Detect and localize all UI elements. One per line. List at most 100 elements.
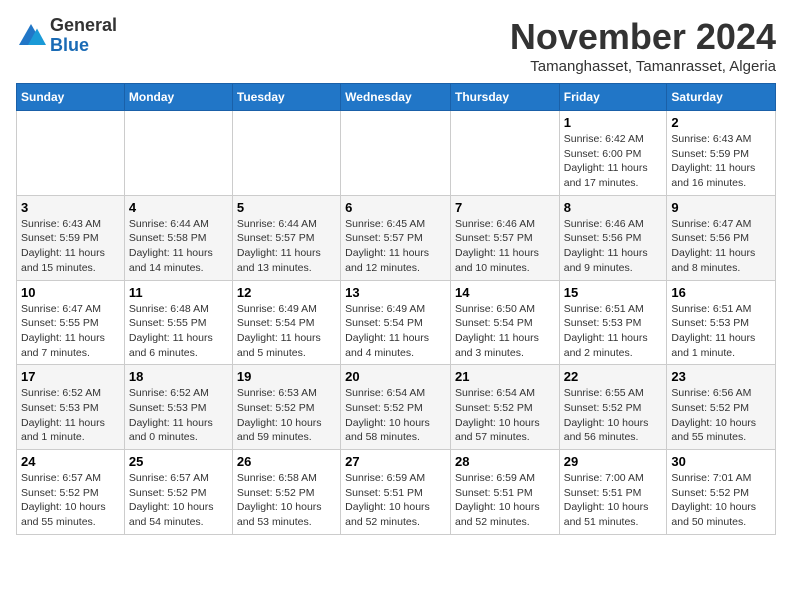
day-number: 17 [21,369,120,384]
day-info: Sunrise: 6:56 AMSunset: 5:52 PMDaylight:… [671,386,771,445]
calendar-cell: 5Sunrise: 6:44 AMSunset: 5:57 PMDaylight… [232,195,340,280]
day-info: Sunrise: 6:43 AMSunset: 5:59 PMDaylight:… [671,132,771,191]
day-number: 14 [455,285,555,300]
day-info: Sunrise: 6:46 AMSunset: 5:57 PMDaylight:… [455,217,555,276]
day-number: 23 [671,369,771,384]
month-title: November 2024 [510,16,776,58]
day-info: Sunrise: 6:49 AMSunset: 5:54 PMDaylight:… [237,302,336,361]
calendar-week-row: 24Sunrise: 6:57 AMSunset: 5:52 PMDayligh… [17,450,776,535]
day-number: 20 [345,369,446,384]
day-info: Sunrise: 6:45 AMSunset: 5:57 PMDaylight:… [345,217,446,276]
day-info: Sunrise: 6:52 AMSunset: 5:53 PMDaylight:… [129,386,228,445]
day-number: 19 [237,369,336,384]
calendar-cell: 9Sunrise: 6:47 AMSunset: 5:56 PMDaylight… [667,195,776,280]
day-number: 25 [129,454,228,469]
day-info: Sunrise: 6:59 AMSunset: 5:51 PMDaylight:… [455,471,555,530]
day-info: Sunrise: 6:59 AMSunset: 5:51 PMDaylight:… [345,471,446,530]
calendar-cell: 11 Sunrise: 6:48 AMSunset: 5:55 PMDayligh… [124,280,232,365]
calendar-header-row: SundayMondayTuesdayWednesdayThursdayFrid… [17,84,776,111]
logo-icon [16,21,46,51]
day-info: Sunrise: 6:42 AMSunset: 6:00 PMDaylight:… [564,132,663,191]
weekday-header: Sunday [17,84,125,111]
calendar-cell: 24Sunrise: 6:57 AMSunset: 5:52 PMDayligh… [17,450,125,535]
day-number: 22 [564,369,663,384]
day-number: 21 [455,369,555,384]
day-info: Sunrise: 6:46 AMSunset: 5:56 PMDaylight:… [564,217,663,276]
day-number: 16 [671,285,771,300]
day-number: 8 [564,200,663,215]
calendar-cell [17,111,125,196]
calendar-cell [232,111,340,196]
calendar-cell: 28 Sunrise: 6:59 AMSunset: 5:51 PMDayligh… [450,450,559,535]
title-block: November 2024 Tamanghasset, Tamanrasset,… [510,16,776,75]
day-number: 30 [671,454,771,469]
day-number: 12 [237,285,336,300]
calendar-cell: 3 Sunrise: 6:43 AMSunset: 5:59 PMDaylight… [17,195,125,280]
calendar-cell: 12 Sunrise: 6:49 AMSunset: 5:54 PMDayligh… [232,280,340,365]
day-info: Sunrise: 7:00 AMSunset: 5:51 PMDaylight:… [564,471,663,530]
day-info: Sunrise: 6:51 AMSunset: 5:53 PMDaylight:… [564,302,663,361]
calendar-cell: 19 Sunrise: 6:53 AMSunset: 5:52 PMDayligh… [232,365,340,450]
calendar-cell: 25 Sunrise: 6:57 AMSunset: 5:52 PMDayligh… [124,450,232,535]
day-number: 10 [21,285,120,300]
weekday-header: Wednesday [341,84,451,111]
calendar-cell: 22 Sunrise: 6:55 AMSunset: 5:52 PMDayligh… [559,365,667,450]
calendar-cell: 18Sunrise: 6:52 AMSunset: 5:53 PMDayligh… [124,365,232,450]
calendar-cell: 26Sunrise: 6:58 AMSunset: 5:52 PMDayligh… [232,450,340,535]
day-number: 5 [237,200,336,215]
calendar-week-row: 1 Sunrise: 6:42 AMSunset: 6:00 PMDaylight… [17,111,776,196]
weekday-header: Monday [124,84,232,111]
day-info: Sunrise: 7:01 AMSunset: 5:52 PMDaylight:… [671,471,771,530]
day-info: Sunrise: 6:49 AMSunset: 5:54 PMDaylight:… [345,302,446,361]
calendar-cell [341,111,451,196]
day-info: Sunrise: 6:44 AMSunset: 5:58 PMDaylight:… [129,217,228,276]
calendar-table: SundayMondayTuesdayWednesdayThursdayFrid… [16,83,776,535]
weekday-header: Tuesday [232,84,340,111]
day-number: 9 [671,200,771,215]
logo: General Blue [16,16,117,56]
day-info: Sunrise: 6:57 AMSunset: 5:52 PMDaylight:… [129,471,228,530]
day-number: 11 [129,285,228,300]
day-number: 1 [564,115,663,130]
day-info: Sunrise: 6:58 AMSunset: 5:52 PMDaylight:… [237,471,336,530]
day-info: Sunrise: 6:51 AMSunset: 5:53 PMDaylight:… [671,302,771,361]
page-header: General Blue November 2024 Tamanghasset,… [16,16,776,75]
weekday-header: Saturday [667,84,776,111]
calendar-cell: 1 Sunrise: 6:42 AMSunset: 6:00 PMDaylight… [559,111,667,196]
day-number: 28 [455,454,555,469]
calendar-cell: 15Sunrise: 6:51 AMSunset: 5:53 PMDayligh… [559,280,667,365]
calendar-cell: 30 Sunrise: 7:01 AMSunset: 5:52 PMDayligh… [667,450,776,535]
calendar-cell: 20 Sunrise: 6:54 AMSunset: 5:52 PMDayligh… [341,365,451,450]
day-number: 29 [564,454,663,469]
day-number: 4 [129,200,228,215]
calendar-cell: 4 Sunrise: 6:44 AMSunset: 5:58 PMDaylight… [124,195,232,280]
location-title: Tamanghasset, Tamanrasset, Algeria [510,58,776,75]
calendar-cell: 13Sunrise: 6:49 AMSunset: 5:54 PMDayligh… [341,280,451,365]
weekday-header: Friday [559,84,667,111]
day-number: 27 [345,454,446,469]
calendar-cell: 14Sunrise: 6:50 AMSunset: 5:54 PMDayligh… [450,280,559,365]
calendar-cell: 8 Sunrise: 6:46 AMSunset: 5:56 PMDaylight… [559,195,667,280]
day-info: Sunrise: 6:53 AMSunset: 5:52 PMDaylight:… [237,386,336,445]
calendar-cell: 6 Sunrise: 6:45 AMSunset: 5:57 PMDaylight… [341,195,451,280]
calendar-cell: 2 Sunrise: 6:43 AMSunset: 5:59 PMDaylight… [667,111,776,196]
calendar-cell: 21 Sunrise: 6:54 AMSunset: 5:52 PMDayligh… [450,365,559,450]
day-number: 3 [21,200,120,215]
day-info: Sunrise: 6:54 AMSunset: 5:52 PMDaylight:… [345,386,446,445]
day-info: Sunrise: 6:55 AMSunset: 5:52 PMDaylight:… [564,386,663,445]
day-number: 6 [345,200,446,215]
weekday-header: Thursday [450,84,559,111]
day-info: Sunrise: 6:54 AMSunset: 5:52 PMDaylight:… [455,386,555,445]
calendar-cell: 10 Sunrise: 6:47 AMSunset: 5:55 PMDayligh… [17,280,125,365]
calendar-cell: 7Sunrise: 6:46 AMSunset: 5:57 PMDaylight… [450,195,559,280]
calendar-cell: 23 Sunrise: 6:56 AMSunset: 5:52 PMDayligh… [667,365,776,450]
day-info: Sunrise: 6:43 AMSunset: 5:59 PMDaylight:… [21,217,120,276]
day-number: 2 [671,115,771,130]
day-info: Sunrise: 6:48 AMSunset: 5:55 PMDaylight:… [129,302,228,361]
calendar-cell [124,111,232,196]
calendar-cell: 29 Sunrise: 7:00 AMSunset: 5:51 PMDayligh… [559,450,667,535]
day-info: Sunrise: 6:47 AMSunset: 5:55 PMDaylight:… [21,302,120,361]
calendar-week-row: 17 Sunrise: 6:52 AMSunset: 5:53 PMDayligh… [17,365,776,450]
calendar-week-row: 10 Sunrise: 6:47 AMSunset: 5:55 PMDayligh… [17,280,776,365]
calendar-cell: 16 Sunrise: 6:51 AMSunset: 5:53 PMDayligh… [667,280,776,365]
